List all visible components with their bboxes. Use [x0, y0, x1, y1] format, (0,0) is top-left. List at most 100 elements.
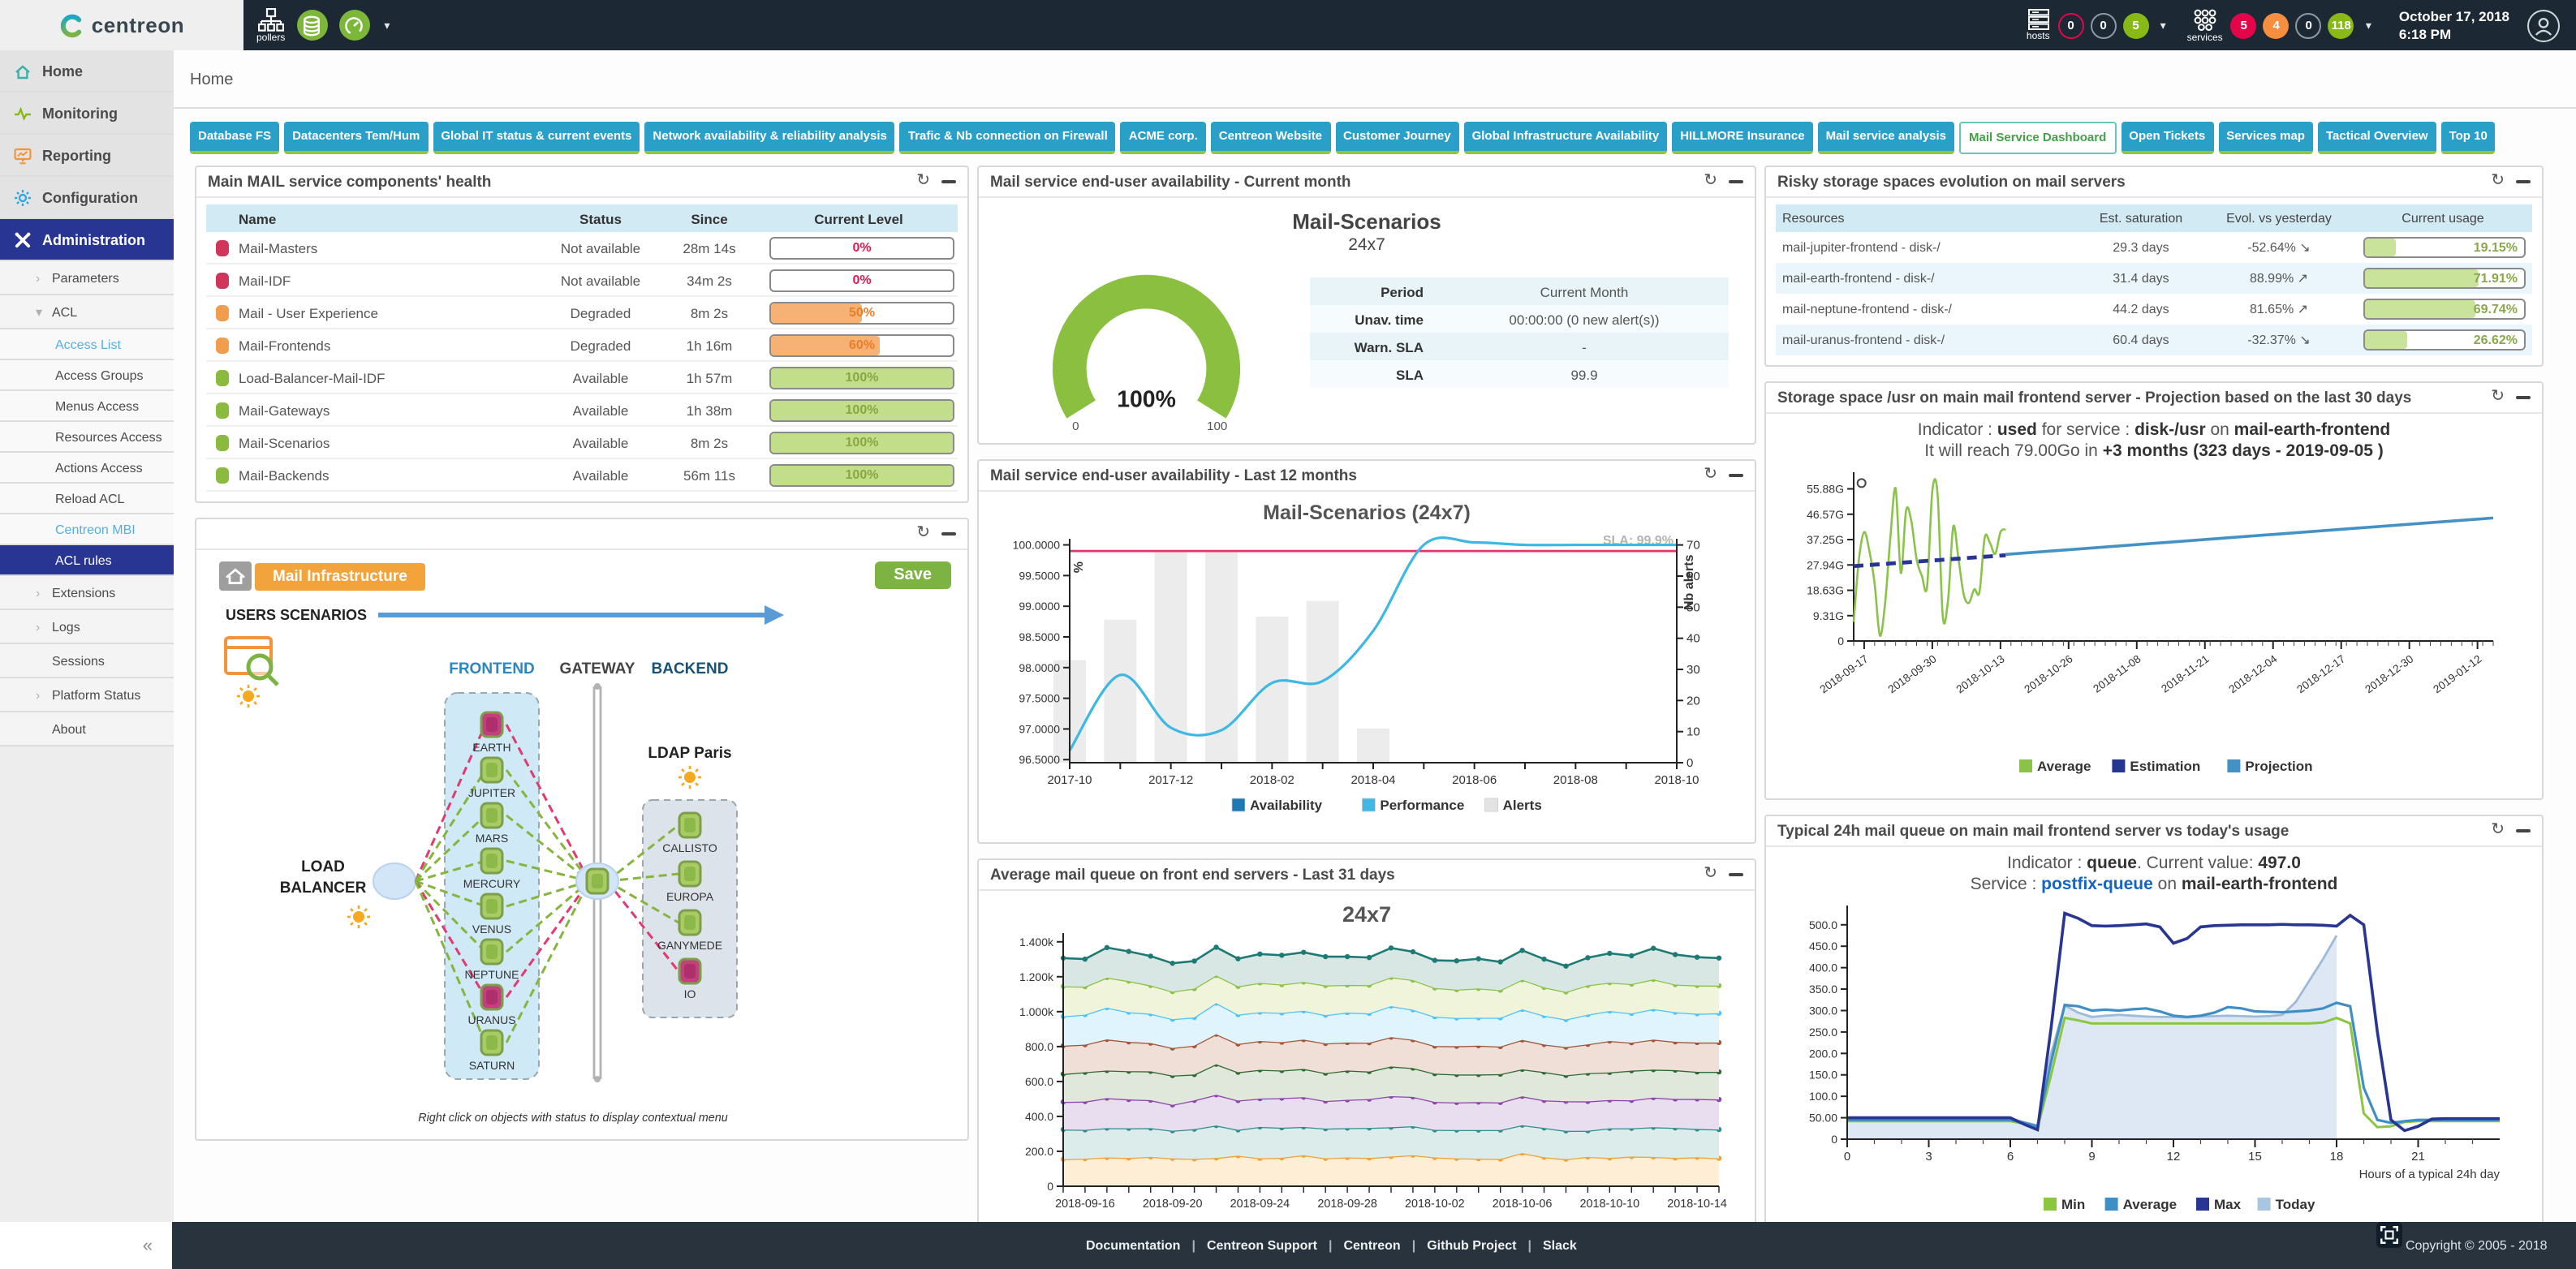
sidebar-item-reload-acl[interactable]: Reload ACL: [0, 484, 174, 514]
minimize-icon[interactable]: [1729, 180, 1743, 184]
sidebar-item-administration[interactable]: Administration: [0, 219, 174, 261]
sidebar-item-centreon-mbi[interactable]: Centreon MBI: [0, 514, 174, 545]
centreon-logo[interactable]: centreon: [0, 0, 243, 50]
sidebar-item-access-list[interactable]: Access List: [0, 329, 174, 360]
load-balancer-node[interactable]: [373, 863, 416, 899]
minimize-icon[interactable]: [2516, 396, 2531, 400]
refresh-icon[interactable]: ↻: [2491, 174, 2505, 190]
sidebar-item-sessions[interactable]: Sessions: [0, 644, 174, 678]
sidebar-item-access-groups[interactable]: Access Groups: [0, 360, 174, 391]
service-name[interactable]: Mail-IDF: [239, 272, 542, 288]
minimize-icon[interactable]: [941, 180, 956, 184]
tab-global-it-status-current-events[interactable]: Global IT status & current events: [433, 122, 640, 154]
tab-top-10[interactable]: Top 10: [2441, 122, 2496, 154]
tab-trafic-nb-connection-on-firewall[interactable]: Trafic & Nb connection on Firewall: [900, 122, 1116, 154]
hosts-badge[interactable]: 5: [2123, 12, 2149, 38]
pollers-status[interactable]: pollers: [256, 0, 285, 50]
tab-database-fs[interactable]: Database FS: [190, 122, 279, 154]
tab-centreon-website[interactable]: Centreon Website: [1211, 122, 1330, 154]
footer-link-github-project[interactable]: Github Project: [1427, 1238, 1516, 1253]
minimize-icon[interactable]: [1729, 873, 1743, 877]
refresh-icon[interactable]: ↻: [1704, 467, 1717, 484]
tab-global-infrastructure-availability[interactable]: Global Infrastructure Availability: [1464, 122, 1668, 154]
footer-link-documentation[interactable]: Documentation: [1086, 1238, 1180, 1253]
node-gateway[interactable]: [587, 869, 608, 893]
resource-name[interactable]: mail-jupiter-frontend - disk-/: [1776, 240, 2078, 255]
latency-status-icon[interactable]: [338, 10, 369, 41]
hosts-badge[interactable]: 0: [2091, 12, 2117, 38]
pollers-chevron-icon[interactable]: ▾: [384, 19, 390, 32]
time-text: 6:18 PM: [2399, 25, 2509, 42]
refresh-icon[interactable]: ↻: [2491, 823, 2505, 839]
tab-mail-service-analysis[interactable]: Mail service analysis: [1818, 122, 1954, 154]
level-label: 60%: [771, 335, 953, 355]
sidebar-item-actions-access[interactable]: Actions Access: [0, 453, 174, 484]
service-name[interactable]: Mail-Gateways: [239, 402, 542, 418]
sidebar-item-menus-access[interactable]: Menus Access: [0, 391, 174, 422]
sun-status-icon: [237, 685, 260, 708]
collapse-sidebar-icon[interactable]: «: [143, 1236, 153, 1255]
service-name[interactable]: Mail - User Experience: [239, 304, 542, 320]
save-button[interactable]: Save: [874, 561, 951, 589]
service-name[interactable]: Mail-Scenarios: [239, 434, 542, 450]
tab-datacenters-tem-hum[interactable]: Datacenters Tem/Hum: [284, 122, 428, 154]
refresh-icon[interactable]: ↻: [1704, 867, 1717, 883]
sidebar-item-acl-rules[interactable]: ACL rules: [0, 545, 174, 576]
hosts-status[interactable]: hosts: [2027, 0, 2050, 50]
tab-services-map[interactable]: Services map: [2218, 122, 2313, 154]
sidebar-item-configuration[interactable]: Configuration: [0, 177, 174, 219]
resource-name[interactable]: mail-earth-frontend - disk-/: [1776, 271, 2078, 286]
footer-link-centreon-support[interactable]: Centreon Support: [1207, 1238, 1317, 1253]
services-badge[interactable]: 5: [2231, 12, 2257, 38]
services-icon: [2193, 7, 2217, 32]
sidebar-item-monitoring[interactable]: Monitoring: [0, 92, 174, 135]
tab-mail-service-dashboard[interactable]: Mail Service Dashboard: [1959, 122, 2116, 154]
hosts-badge[interactable]: 0: [2058, 12, 2084, 38]
hosts-chevron-icon[interactable]: ▾: [2160, 19, 2166, 32]
footer-link-centreon[interactable]: Centreon: [1343, 1238, 1400, 1253]
tab-tactical-overview[interactable]: Tactical Overview: [2318, 122, 2436, 154]
fullscreen-button[interactable]: [2376, 1222, 2402, 1248]
minimize-icon[interactable]: [1729, 474, 1743, 478]
refresh-icon[interactable]: ↻: [1704, 174, 1717, 190]
sidebar-item-about[interactable]: About: [0, 712, 174, 746]
minimize-icon[interactable]: [2516, 180, 2531, 184]
tab-hillmore-insurance[interactable]: HILLMORE Insurance: [1672, 122, 1812, 154]
refresh-icon[interactable]: ↻: [2491, 389, 2505, 406]
service-name[interactable]: Mail-Masters: [239, 239, 542, 256]
services-badge[interactable]: 4: [2264, 12, 2290, 38]
services-badge[interactable]: 0: [2296, 12, 2322, 38]
gauge-info-row: Warn. SLA-: [1310, 333, 1729, 360]
breadcrumb[interactable]: Home: [174, 50, 2576, 109]
service-name[interactable]: Load-Balancer-Mail-IDF: [239, 369, 542, 385]
sidebar-item-reporting[interactable]: Reporting: [0, 135, 174, 177]
tab-open-tickets[interactable]: Open Tickets: [2121, 122, 2213, 154]
sidebar-item-extensions[interactable]: ›Extensions: [0, 576, 174, 610]
tab-network-availability-reliability-analysis[interactable]: Network availability & reliability analy…: [644, 122, 894, 154]
minimize-icon[interactable]: [941, 532, 956, 536]
sidebar-item-platform-status[interactable]: ›Platform Status: [0, 678, 174, 712]
resource-name[interactable]: mail-neptune-frontend - disk-/: [1776, 302, 2078, 316]
database-status-icon[interactable]: [296, 10, 327, 41]
refresh-icon[interactable]: ↻: [916, 174, 930, 190]
panel-header: Mail service end-user availability - Cur…: [979, 167, 1755, 198]
service-name[interactable]: Mail-Frontends: [239, 337, 542, 353]
tab-customer-journey[interactable]: Customer Journey: [1335, 122, 1459, 154]
resource-name[interactable]: mail-uranus-frontend - disk-/: [1776, 333, 2078, 347]
services-badge[interactable]: 118: [2328, 12, 2354, 38]
sidebar-item-acl[interactable]: ▾ACL: [0, 295, 174, 329]
tab-acme-corp-[interactable]: ACME corp.: [1121, 122, 1206, 154]
service-name[interactable]: Mail-Backends: [239, 467, 542, 483]
minimize-icon[interactable]: [2516, 829, 2531, 833]
footer-link-slack[interactable]: Slack: [1543, 1238, 1577, 1253]
heading-segment: queue: [2087, 854, 2137, 873]
refresh-icon[interactable]: ↻: [916, 526, 930, 542]
services-chevron-icon[interactable]: ▾: [2366, 19, 2371, 32]
sidebar-item-logs[interactable]: ›Logs: [0, 610, 174, 644]
svg-text:BACKEND: BACKEND: [652, 660, 729, 678]
user-avatar[interactable]: [2527, 9, 2560, 41]
sidebar-item-parameters[interactable]: ›Parameters: [0, 261, 174, 295]
sidebar-item-home[interactable]: Home: [0, 50, 174, 92]
sidebar-item-resources-access[interactable]: Resources Access: [0, 422, 174, 453]
services-status[interactable]: services: [2187, 0, 2223, 50]
